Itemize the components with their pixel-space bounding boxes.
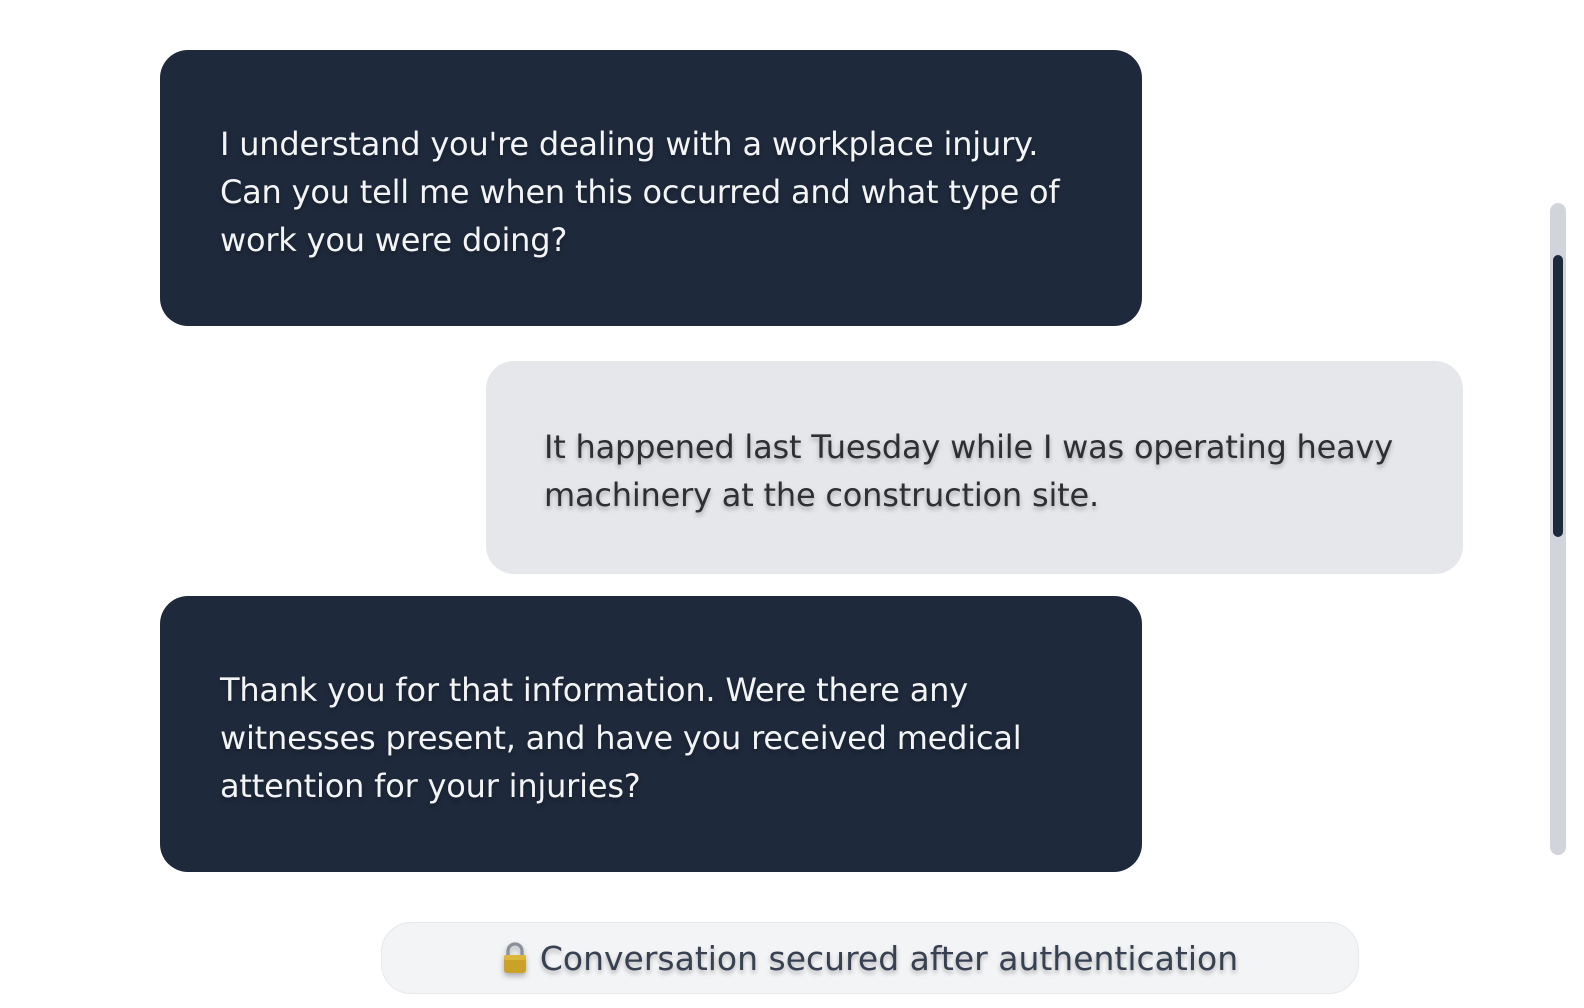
lock-icon	[502, 941, 528, 975]
chat-scrollbar-thumb[interactable]	[1553, 255, 1563, 537]
secure-conversation-notice: Conversation secured after authenticatio…	[381, 922, 1359, 994]
secure-conversation-text: Conversation secured after authenticatio…	[539, 938, 1239, 978]
agent-message-text: I understand you're dealing with a workp…	[220, 125, 1060, 259]
user-message-bubble: It happened last Tuesday while I was ope…	[486, 361, 1463, 574]
agent-message-bubble: Thank you for that information. Were the…	[160, 596, 1142, 872]
agent-message-bubble: I understand you're dealing with a workp…	[160, 50, 1142, 326]
agent-message-text: Thank you for that information. Were the…	[220, 671, 1022, 805]
user-message-text: It happened last Tuesday while I was ope…	[544, 428, 1393, 514]
chat-scrollbar[interactable]	[1550, 203, 1566, 855]
chat-message-list: I understand you're dealing with a workp…	[0, 0, 1584, 1008]
